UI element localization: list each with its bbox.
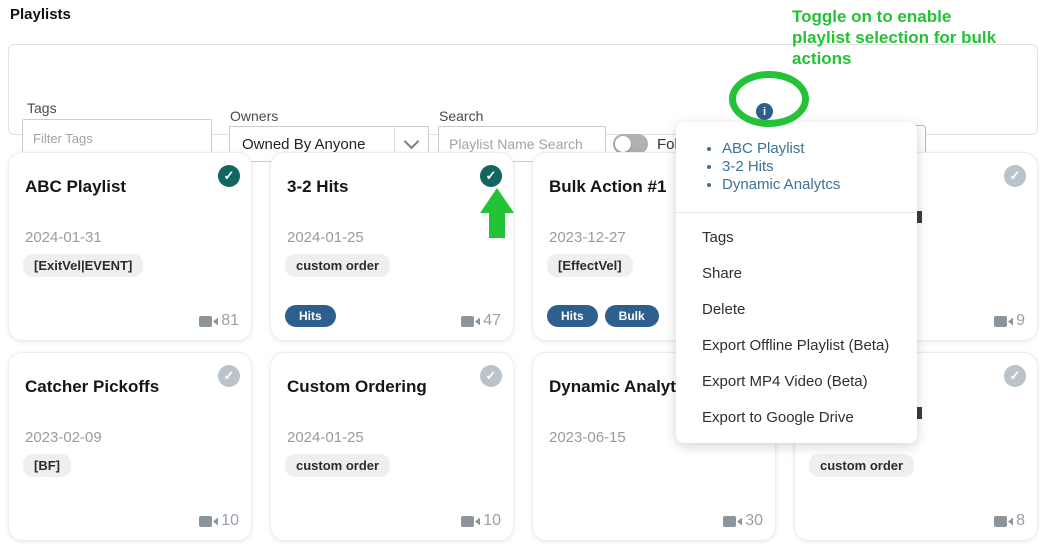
playlist-tag-chip: [ExitVel|EVENT] bbox=[23, 254, 143, 277]
video-count-value: 81 bbox=[221, 312, 239, 330]
unselected-check-icon[interactable]: ✓ bbox=[1004, 365, 1026, 387]
owners-selected-value: Owned By Anyone bbox=[230, 136, 394, 153]
page-title: Playlists bbox=[10, 6, 71, 23]
playlist-label-pill: Hits bbox=[285, 305, 336, 327]
selected-check-icon[interactable]: ✓ bbox=[218, 165, 240, 187]
video-camera-icon bbox=[994, 515, 1013, 528]
playlist-card-abc-playlist[interactable]: ✓ ABC Playlist 2024-01-31 [ExitVel|EVENT… bbox=[8, 152, 252, 341]
playlist-date: 2024-01-25 bbox=[287, 229, 364, 246]
playlist-title: Custom Ordering bbox=[287, 377, 427, 397]
video-camera-icon bbox=[994, 315, 1013, 328]
unselected-check-icon[interactable]: ✓ bbox=[218, 365, 240, 387]
playlist-date: 2023-12-27 bbox=[549, 229, 626, 246]
unselected-check-icon[interactable]: ✓ bbox=[480, 365, 502, 387]
playlist-label-pill: Bulk bbox=[605, 305, 659, 327]
video-count-value: 30 bbox=[745, 512, 763, 530]
search-label: Search bbox=[439, 108, 483, 124]
video-camera-icon bbox=[461, 515, 480, 528]
video-count: 10 bbox=[461, 512, 501, 530]
video-count-value: 8 bbox=[1016, 512, 1025, 530]
video-count: 30 bbox=[723, 512, 763, 530]
annotation-line: playlist selection for bulk bbox=[792, 27, 1044, 48]
video-count: 10 bbox=[199, 512, 239, 530]
selected-playlist-link[interactable]: ABC Playlist bbox=[722, 140, 917, 158]
selected-check-icon[interactable]: ✓ bbox=[480, 165, 502, 187]
playlist-card-custom-ordering[interactable]: ✓ Custom Ordering 2024-01-25 custom orde… bbox=[270, 352, 514, 541]
playlist-date: 2023-06-15 bbox=[549, 429, 626, 446]
video-camera-icon bbox=[199, 315, 218, 328]
video-count: 47 bbox=[461, 312, 501, 330]
playlist-title: Catcher Pickoffs bbox=[25, 377, 159, 397]
playlist-title: 3-2 Hits bbox=[287, 177, 348, 197]
playlist-date: 2024-01-31 bbox=[25, 229, 102, 246]
annotation-line: actions bbox=[792, 48, 1044, 69]
video-count: 81 bbox=[199, 312, 239, 330]
playlist-tag-chip: custom order bbox=[285, 254, 390, 277]
playlist-tag-chip: [EffectVel] bbox=[547, 254, 633, 277]
selected-playlists-list: ABC Playlist 3-2 Hits Dynamic Analytcs bbox=[676, 140, 917, 194]
playlist-title: Bulk Action #1 bbox=[549, 177, 666, 197]
playlist-tag-chip: custom order bbox=[285, 454, 390, 477]
menu-item-share[interactable]: Share bbox=[676, 255, 917, 291]
playlist-title: ABC Playlist bbox=[25, 177, 126, 197]
menu-item-export-mp4-video[interactable]: Export MP4 Video (Beta) bbox=[676, 363, 917, 399]
selected-playlist-link[interactable]: Dynamic Analytcs bbox=[722, 176, 917, 194]
playlist-tag-chip: custom order bbox=[809, 454, 914, 477]
video-count-value: 9 bbox=[1016, 312, 1025, 330]
folder-view-toggle[interactable] bbox=[613, 134, 648, 154]
unselected-check-icon[interactable]: ✓ bbox=[1004, 165, 1026, 187]
playlist-card-catcher-pickoffs[interactable]: ✓ Catcher Pickoffs 2023-02-09 [BF] 10 bbox=[8, 352, 252, 541]
playlist-label-pill: Hits bbox=[547, 305, 598, 327]
hidden-title-fragment bbox=[917, 407, 922, 419]
info-icon[interactable]: i bbox=[756, 103, 773, 120]
menu-item-export-offline-playlist[interactable]: Export Offline Playlist (Beta) bbox=[676, 327, 917, 363]
video-count-value: 10 bbox=[483, 512, 501, 530]
video-count: 9 bbox=[994, 312, 1025, 330]
playlist-title: Dynamic Analytcs bbox=[549, 377, 695, 397]
bulk-actions-menu: ABC Playlist 3-2 Hits Dynamic Analytcs T… bbox=[676, 122, 917, 443]
menu-item-delete[interactable]: Delete bbox=[676, 291, 917, 327]
playlist-tag-chip: [BF] bbox=[23, 454, 71, 477]
tags-label: Tags bbox=[27, 100, 57, 116]
hidden-title-fragment bbox=[917, 211, 922, 223]
annotation-line: Toggle on to enable bbox=[792, 6, 1044, 27]
playlist-date: 2024-01-25 bbox=[287, 429, 364, 446]
owners-label: Owners bbox=[230, 108, 278, 124]
annotation-note: Toggle on to enable playlist selection f… bbox=[792, 6, 1044, 69]
video-camera-icon bbox=[461, 315, 480, 328]
video-count-value: 47 bbox=[483, 312, 501, 330]
video-camera-icon bbox=[199, 515, 218, 528]
playlist-date: 2023-02-09 bbox=[25, 429, 102, 446]
playlist-card-3-2-hits[interactable]: ✓ 3-2 Hits 2024-01-25 custom order Hits … bbox=[270, 152, 514, 341]
menu-divider bbox=[676, 212, 917, 213]
chevron-down-icon bbox=[395, 141, 428, 147]
video-count-value: 10 bbox=[221, 512, 239, 530]
menu-item-tags[interactable]: Tags bbox=[676, 219, 917, 255]
video-count: 8 bbox=[994, 512, 1025, 530]
menu-item-export-google-drive[interactable]: Export to Google Drive bbox=[676, 399, 917, 435]
selected-playlist-link[interactable]: 3-2 Hits bbox=[722, 158, 917, 176]
video-camera-icon bbox=[723, 515, 742, 528]
